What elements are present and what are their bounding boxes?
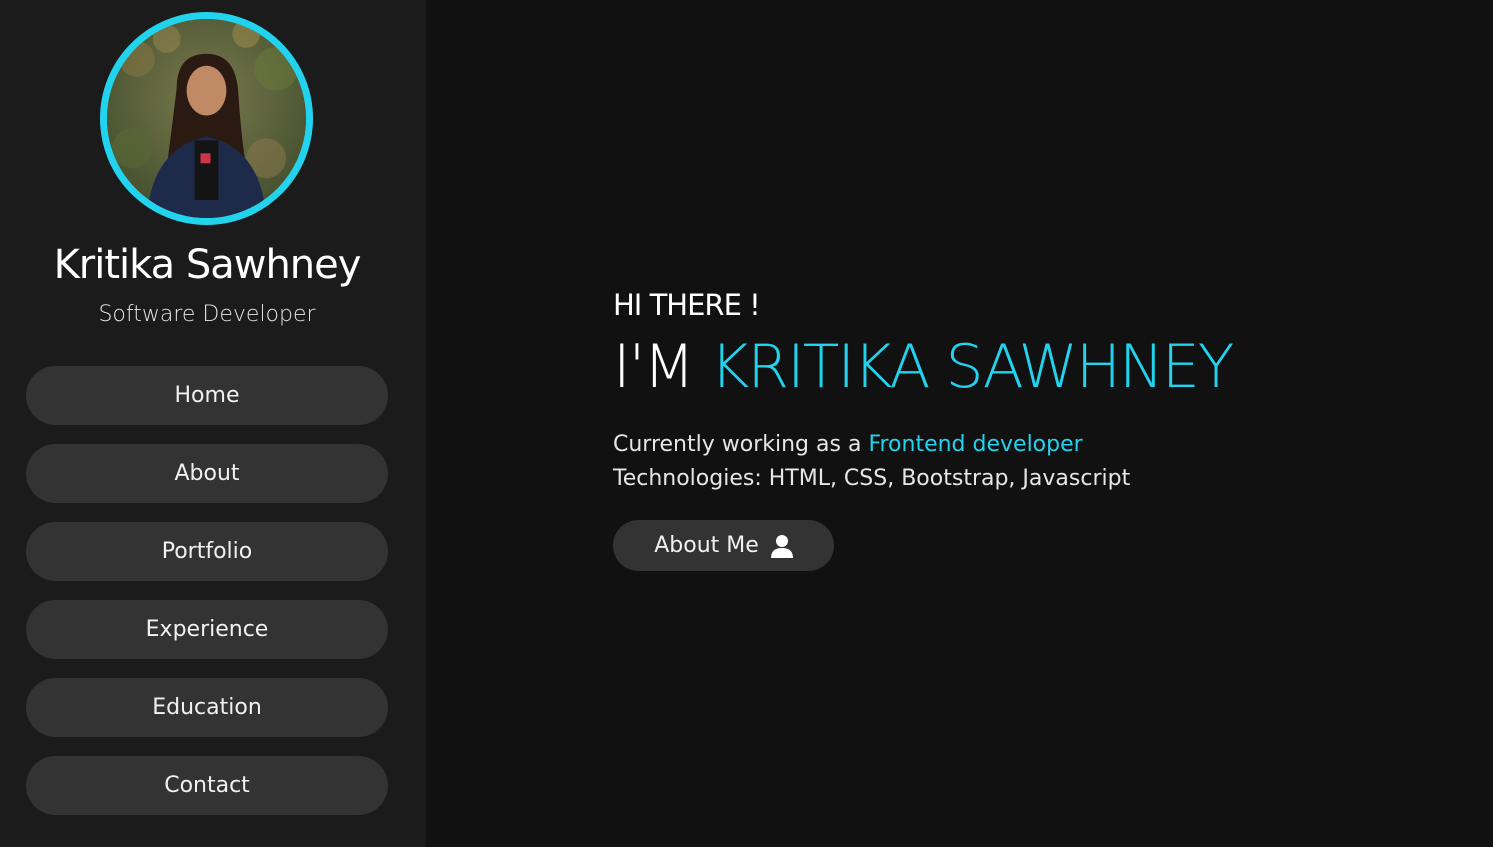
user-icon [770, 534, 793, 558]
about-me-label: About Me [654, 533, 759, 558]
nav-about-button[interactable]: About [26, 444, 388, 503]
headline-lead: I'M [613, 332, 695, 402]
greeting: HI THERE ! [613, 288, 761, 322]
avatar-photo [107, 19, 306, 218]
sidebar-nav: Home About Portfolio Experience Educatio… [26, 366, 388, 834]
sidebar: Kritika Sawhney Software Developer Home … [0, 0, 426, 847]
main-content: HI THERE ! I'M KRITIKA SAWHNEY Currently… [426, 0, 1493, 847]
profile-name: Kritika Sawhney [53, 242, 362, 288]
description-prefix: Currently working as a [613, 432, 862, 457]
about-me-button[interactable]: About Me [613, 520, 834, 571]
headline-name: KRITIKA SAWHNEY [710, 332, 1234, 402]
nav-experience-button[interactable]: Experience [26, 600, 388, 659]
headline: I'M KRITIKA SAWHNEY [613, 332, 1234, 402]
description-line-2: Technologies: HTML, CSS, Bootstrap, Java… [613, 466, 1131, 491]
nav-education-button[interactable]: Education [26, 678, 388, 737]
profile-role: Software Developer [98, 302, 316, 327]
avatar [100, 12, 313, 225]
nav-contact-button[interactable]: Contact [26, 756, 388, 815]
description-line-1: Currently working as a Frontend develope… [613, 428, 1130, 462]
nav-portfolio-button[interactable]: Portfolio [26, 522, 388, 581]
nav-home-button[interactable]: Home [26, 366, 388, 425]
page: Kritika Sawhney Software Developer Home … [0, 0, 1493, 847]
description: Currently working as a Frontend develope… [613, 428, 1130, 496]
description-highlight: Frontend developer [868, 432, 1083, 457]
